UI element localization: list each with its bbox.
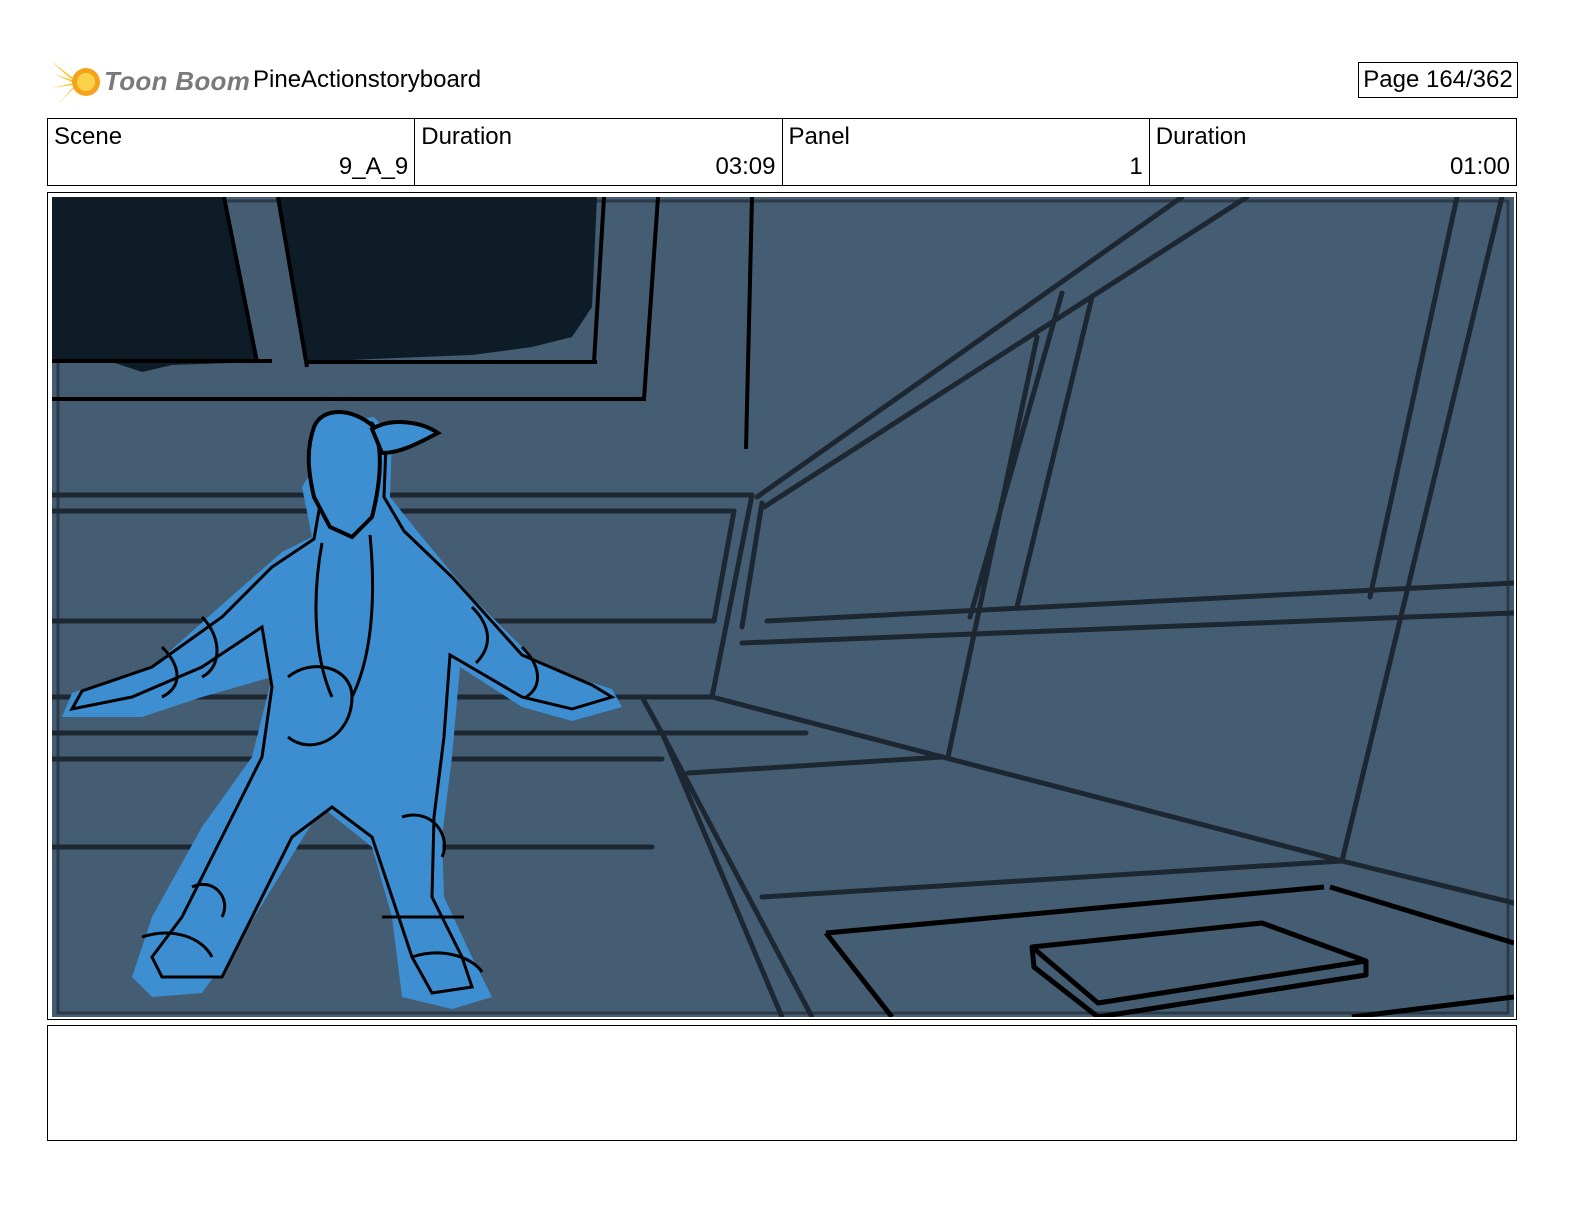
panel-frame [47, 192, 1517, 1020]
scene-duration-value: 03:09 [715, 153, 776, 180]
page-header: Toon Boom PineActionstoryboard Page 164/… [48, 52, 1538, 112]
page-indicator: Page 164/362 [1358, 62, 1518, 98]
scene-info-table: Scene 9_A_9 Duration 03:09 Panel 1 Durat… [47, 118, 1517, 186]
toon-boom-logo: Toon Boom [48, 54, 250, 110]
panel-duration-cell: Duration 01:00 [1148, 119, 1516, 185]
logo-text: Toon Boom [104, 66, 251, 96]
panel-duration-value: 01:00 [1449, 153, 1510, 180]
panel-cell: Panel 1 [781, 119, 1149, 185]
panel-value: 1 [1129, 153, 1143, 180]
panel-notes-box [47, 1025, 1517, 1141]
scene-value: 9_A_9 [338, 153, 409, 180]
storyboard-panel-image [52, 197, 1514, 1017]
starburst-icon [50, 56, 100, 104]
scene-cell: Scene 9_A_9 [48, 119, 414, 185]
panel-duration-label: Duration [1155, 123, 1247, 150]
project-title: PineActionstoryboard [253, 66, 482, 93]
scene-duration-label: Duration [421, 123, 512, 150]
scene-duration-cell: Duration 03:09 [414, 119, 781, 185]
panel-label: Panel [788, 123, 850, 150]
scene-label: Scene [54, 123, 123, 150]
